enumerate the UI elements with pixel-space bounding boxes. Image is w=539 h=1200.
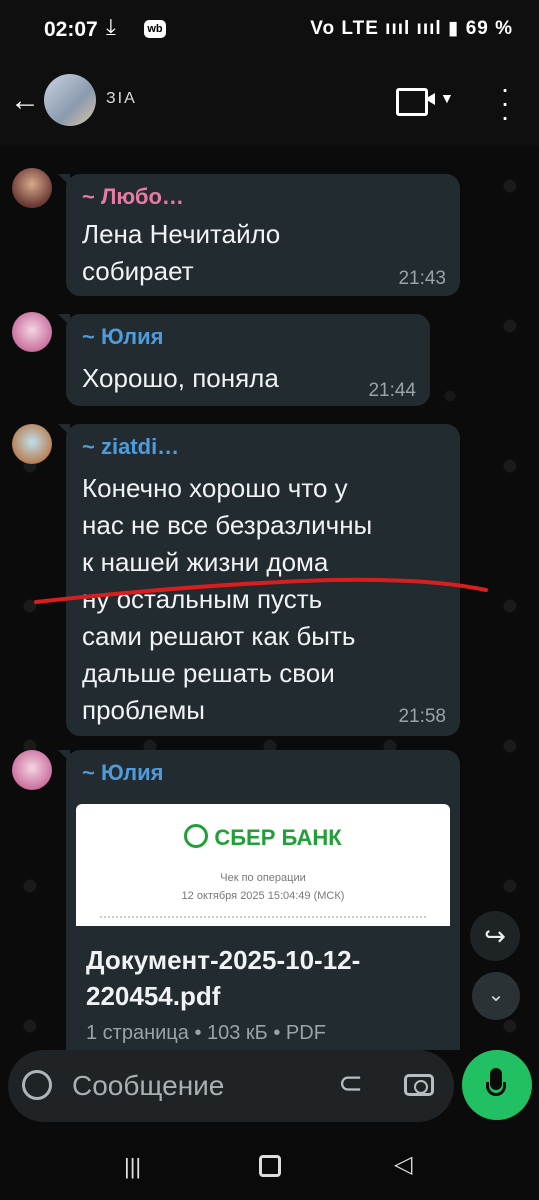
group-avatar[interactable]	[44, 74, 96, 126]
more-vert-icon[interactable]: · · ·	[500, 75, 510, 131]
attach-icon[interactable]: ⊂	[338, 1066, 363, 1101]
red-underline-annotation	[34, 577, 488, 604]
chat-area[interactable]: ~ Любо… Лена Нечитайлo собирает 21:43 ~ …	[0, 146, 539, 1050]
status-indicators: Vo LTE ıııl ıııl ▮ 69 %	[310, 18, 513, 39]
emoji-icon[interactable]	[22, 1070, 52, 1100]
chat-header: ← ЗIA ▼ · · ·	[0, 60, 539, 146]
video-call-icon[interactable]	[396, 88, 435, 116]
camera-icon[interactable]	[404, 1074, 434, 1096]
download-icon: ⤓	[106, 14, 116, 39]
recents-icon[interactable]: |||	[124, 1154, 141, 1180]
wb-app-icon: wb	[144, 20, 166, 38]
nav-back-icon[interactable]: ◁	[394, 1150, 412, 1179]
status-time: 02:07	[44, 18, 98, 41]
system-nav-bar: ||| ◁	[0, 1128, 539, 1200]
message-composer[interactable]: Сообщение ⊂	[8, 1050, 454, 1122]
forward-icon[interactable]: ↪	[470, 911, 520, 961]
back-arrow-icon[interactable]: ←	[10, 84, 40, 118]
status-bar: 02:07 ⤓ wb Vo LTE ıııl ıııl ▮ 69 %	[0, 0, 539, 60]
message-input[interactable]: Сообщение	[72, 1070, 224, 1102]
mic-stand	[486, 1082, 506, 1096]
group-title[interactable]: ЗIA	[106, 90, 137, 108]
scroll-down-icon[interactable]: ⌄	[472, 972, 520, 1020]
mic-button[interactable]	[462, 1050, 532, 1120]
home-icon[interactable]	[259, 1155, 281, 1177]
chevron-down-icon[interactable]: ▼	[440, 90, 454, 106]
